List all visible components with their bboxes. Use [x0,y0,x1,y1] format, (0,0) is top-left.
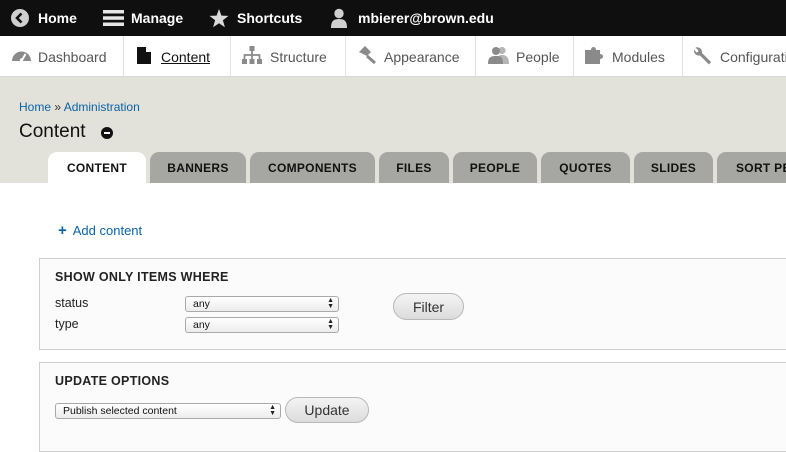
back-arrow-icon [11,9,29,27]
breadcrumb-separator: » [54,100,62,114]
breadcrumb-home-link[interactable]: Home [19,100,51,114]
appearance-icon [357,46,377,67]
admin-tray: Dashboard Content Structure Appearance P… [0,36,786,77]
breadcrumb-administration-link[interactable]: Administration [64,100,140,114]
user-account-link[interactable]: mbierer@brown.edu [331,0,494,36]
star-icon [209,8,229,28]
tray-label-dashboard: Dashboard [38,48,107,65]
tray-item-structure[interactable]: Structure [231,36,346,76]
manage-link[interactable]: Manage [103,0,183,36]
tab-sort-people[interactable]: SORT PE [717,152,786,183]
home-link[interactable]: Home [11,0,77,36]
tab-quotes[interactable]: QUOTES [541,152,630,183]
tray-label-appearance: Appearance [384,48,460,65]
type-select[interactable]: any ▲ ▼ [185,317,339,333]
tray-item-people[interactable]: People [476,36,574,76]
tab-people[interactable]: PEOPLE [453,152,537,183]
people-icon [488,46,510,67]
content-page-icon [137,46,151,67]
user-email-label: mbierer@brown.edu [358,10,494,26]
dashboard-icon [11,48,32,65]
modules-puzzle-icon [585,46,605,67]
tray-label-configuration: Configurati [720,48,786,65]
tray-label-structure: Structure [270,48,327,65]
update-options-legend: UPDATE OPTIONS [55,374,170,388]
select-arrows-icon: ▲ ▼ [327,318,334,331]
tab-components[interactable]: COMPONENTS [250,152,375,183]
select-arrows-icon: ▲ ▼ [327,297,334,310]
tray-label-modules: Modules [612,48,665,65]
tray-item-modules[interactable]: Modules [574,36,683,76]
bulk-operation-select[interactable]: Publish selected content ▲ ▼ [55,403,281,419]
breadcrumb: Home » Administration [19,100,140,114]
tab-content[interactable]: CONTENT [48,152,146,183]
tray-item-appearance[interactable]: Appearance [346,36,476,76]
tray-label-content: Content [161,48,211,65]
tab-slides[interactable]: SLIDES [634,152,713,183]
home-label: Home [38,10,77,26]
status-select-value: any [193,298,210,310]
bulk-operation-select-value: Publish selected content [63,405,177,417]
plus-icon: + [58,222,67,239]
tray-label-people: People [516,48,560,65]
tab-banners[interactable]: BANNERS [150,152,246,183]
select-arrows-icon: ▲ ▼ [269,404,276,417]
hamburger-menu-icon [103,9,124,27]
update-button[interactable]: Update [285,397,369,423]
shortcuts-label: Shortcuts [237,10,303,26]
shortcuts-link[interactable]: Shortcuts [209,0,302,36]
shortcut-toggle-icon[interactable] [101,127,113,139]
filter-legend: SHOW ONLY ITEMS WHERE [55,270,229,284]
add-content-label: Add content [72,223,143,238]
tray-item-configuration[interactable]: Configurati [683,36,786,76]
status-label: status [55,296,89,310]
page-title: Content [19,121,86,142]
admin-toolbar: Home Manage Shortcuts mbierer@brown.edu [0,0,786,36]
add-content-link[interactable]: + Add content [58,222,142,239]
tray-item-dashboard[interactable]: Dashboard [0,36,124,76]
tab-files[interactable]: FILES [379,152,449,183]
user-icon [331,8,347,28]
type-select-value: any [193,319,210,331]
filter-button[interactable]: Filter [393,293,464,320]
type-label: type [55,317,79,331]
status-select[interactable]: any ▲ ▼ [185,296,339,312]
tray-item-content[interactable]: Content [124,36,231,76]
wrench-icon [693,46,713,68]
structure-icon [242,46,262,67]
manage-label: Manage [131,10,184,26]
